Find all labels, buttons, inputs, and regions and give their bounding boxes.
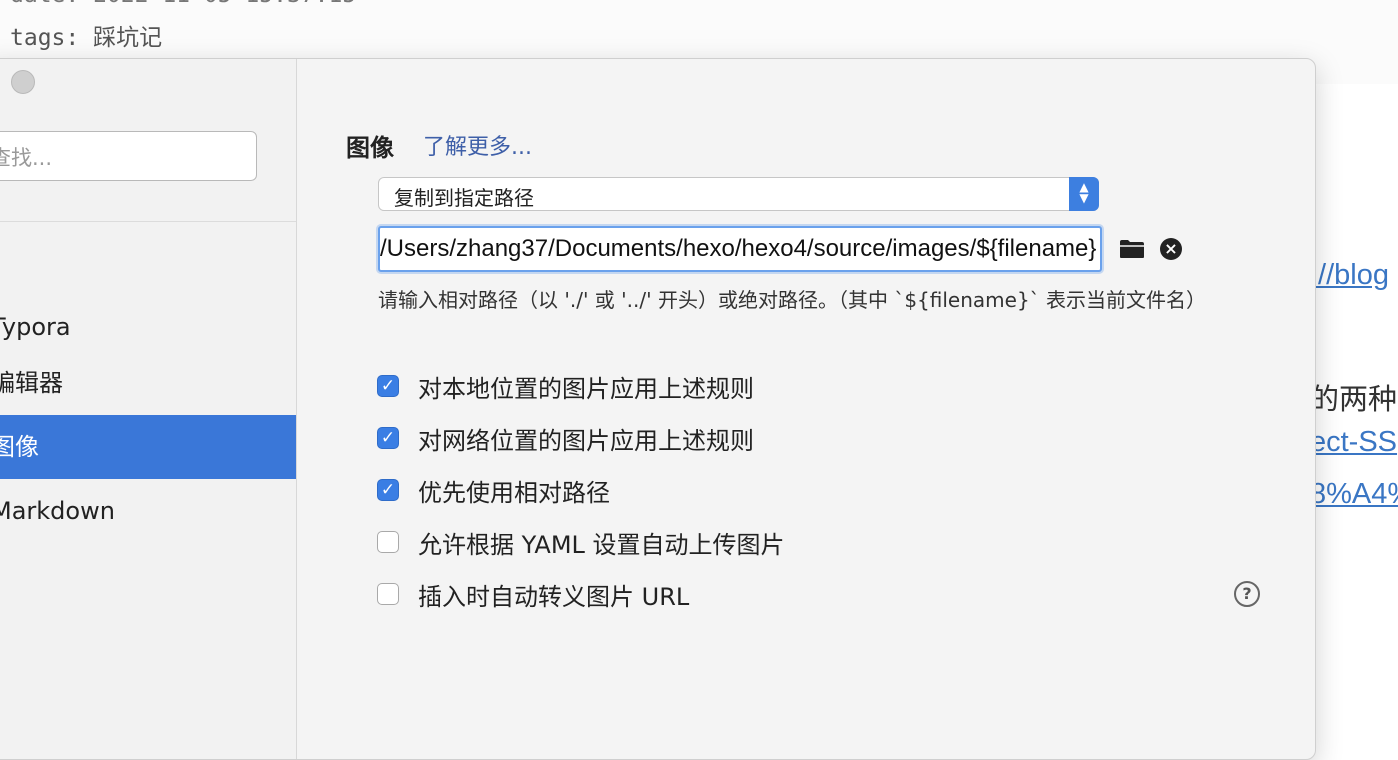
checkbox-checked-icon[interactable]: ✓ bbox=[377, 479, 399, 501]
clear-icon[interactable]: × bbox=[1160, 238, 1182, 260]
option-label: 对本地位置的图片应用上述规则 bbox=[418, 374, 754, 403]
option-network-images[interactable]: ✓ 对网络位置的图片应用上述规则 bbox=[377, 423, 754, 455]
sidebar-item-markdown[interactable]: Markdown bbox=[0, 479, 296, 543]
option-label: 优先使用相对路径 bbox=[418, 478, 610, 507]
section-title: 图像 bbox=[346, 134, 394, 162]
checkbox-checked-icon[interactable]: ✓ bbox=[377, 427, 399, 449]
option-label: 插入时自动转义图片 URL bbox=[418, 582, 690, 611]
option-escape-url[interactable]: 插入时自动转义图片 URL bbox=[377, 579, 690, 611]
search-input[interactable]: 查找... bbox=[0, 131, 257, 181]
sidebar-item-editor[interactable]: 编辑器 bbox=[0, 351, 296, 415]
checkbox-unchecked-icon[interactable] bbox=[377, 531, 399, 553]
editor-line-date: date: 2022-11-05 15:37:15 bbox=[10, 0, 356, 8]
learn-more-link[interactable]: 了解更多... bbox=[423, 129, 532, 161]
sidebar-item-image[interactable]: 图像 bbox=[0, 415, 296, 479]
doc-link-fragment[interactable]: ect-SS bbox=[1310, 426, 1397, 459]
option-label: 允许根据 YAML 设置自动上传图片 bbox=[418, 530, 785, 559]
sidebar-item-typora[interactable]: Typora bbox=[0, 295, 296, 359]
option-local-images[interactable]: ✓ 对本地位置的图片应用上述规则 bbox=[377, 371, 754, 403]
help-icon[interactable]: ? bbox=[1234, 581, 1260, 607]
doc-link-fragment[interactable]: 8%A4% bbox=[1310, 478, 1398, 511]
option-yaml-upload[interactable]: 允许根据 YAML 设置自动上传图片 bbox=[377, 527, 785, 559]
sidebar-divider bbox=[0, 221, 296, 222]
doc-link-fragment[interactable]: ://blog bbox=[1310, 259, 1389, 292]
preferences-sidebar: 查找... Typora 编辑器 图像 Markdown bbox=[0, 59, 297, 759]
preferences-window: 查找... Typora 编辑器 图像 Markdown 图像 了解更多... … bbox=[0, 58, 1316, 760]
option-relative-path[interactable]: ✓ 优先使用相对路径 bbox=[377, 475, 610, 507]
checkbox-checked-icon[interactable]: ✓ bbox=[377, 375, 399, 397]
path-hint-text: 请输入相对路径（以 './' 或 '../' 开头）或绝对路径。（其中 `${f… bbox=[378, 288, 1207, 312]
select-value: 复制到指定路径 bbox=[394, 186, 534, 210]
editor-line-tags: tags: 踩坑记 bbox=[10, 25, 163, 51]
checkbox-unchecked-icon[interactable] bbox=[377, 583, 399, 605]
chevron-updown-icon: ▲ ▼ bbox=[1069, 177, 1099, 211]
image-action-select[interactable]: 复制到指定路径 ▲ ▼ bbox=[378, 177, 1099, 211]
window-control-button[interactable] bbox=[11, 70, 35, 94]
folder-icon[interactable] bbox=[1119, 239, 1145, 259]
option-label: 对网络位置的图片应用上述规则 bbox=[418, 426, 754, 455]
doc-text-fragment: 的两种 bbox=[1310, 384, 1398, 416]
preferences-panel: 图像 了解更多... 复制到指定路径 ▲ ▼ /Users/zhang37/Doc… bbox=[297, 59, 1315, 759]
image-path-input[interactable]: /Users/zhang37/Documents/hexo/hexo4/sour… bbox=[378, 226, 1102, 272]
